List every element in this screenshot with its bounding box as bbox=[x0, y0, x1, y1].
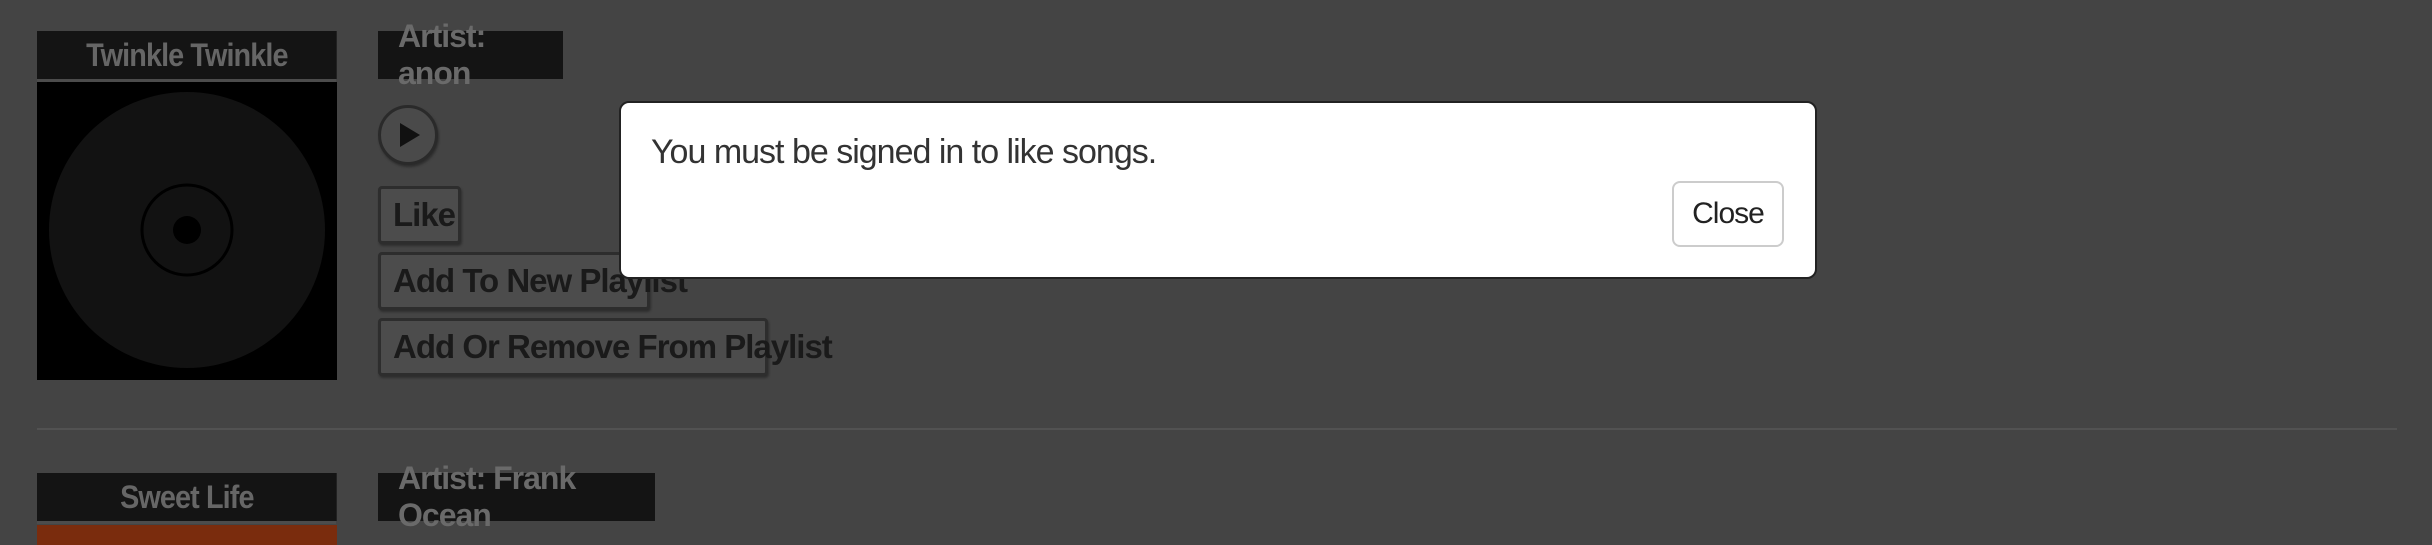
play-button[interactable] bbox=[378, 105, 438, 165]
like-button[interactable]: Like bbox=[378, 186, 461, 244]
sign-in-required-modal: You must be signed in to like songs. Clo… bbox=[619, 101, 1817, 279]
artist-label: Artist: Frank Ocean bbox=[378, 460, 655, 533]
add-or-remove-playlist-button[interactable]: Add Or Remove From Playlist bbox=[378, 318, 833, 376]
song-card: Sweet Life Artist: Frank Ocean bbox=[0, 460, 2432, 545]
add-to-new-playlist-button[interactable]: Add To New Playlist bbox=[378, 252, 688, 310]
play-icon bbox=[400, 123, 420, 147]
vinyl-disc-icon bbox=[37, 82, 337, 380]
song-divider bbox=[37, 428, 2397, 430]
artist-label: Artist: anon bbox=[378, 18, 563, 91]
song-title: Sweet Life bbox=[37, 473, 337, 524]
album-cover bbox=[37, 525, 337, 545]
modal-message: You must be signed in to like songs. bbox=[651, 133, 1157, 171]
album-cover bbox=[37, 82, 337, 380]
close-button[interactable]: Close bbox=[1672, 181, 1784, 247]
song-title: Twinkle Twinkle bbox=[37, 31, 337, 82]
